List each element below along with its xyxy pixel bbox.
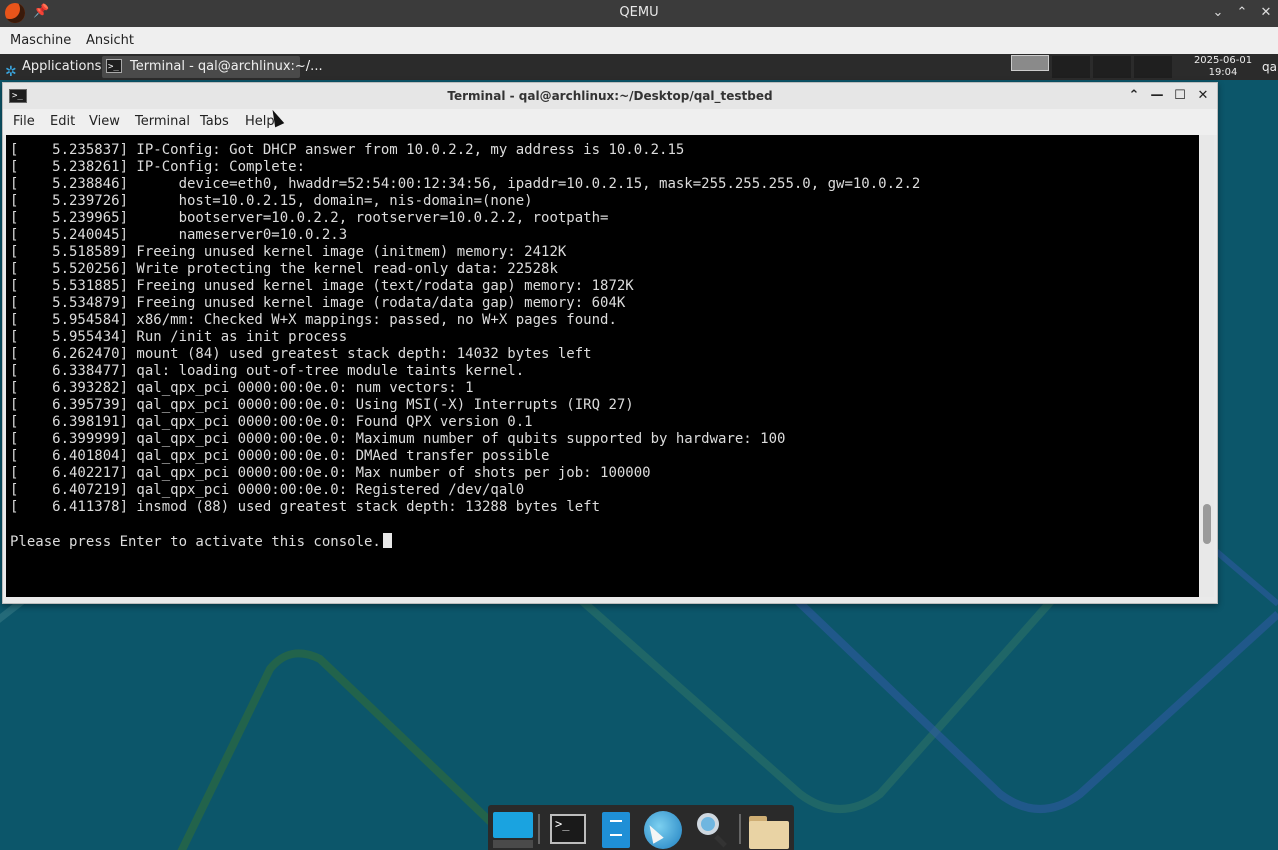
qemu-titlebar: 📌 QEMU ⌄ ⌃ ✕ — [0, 0, 1278, 27]
terminal-line-text: [ 5.518589] Freeing unused kernel image … — [10, 244, 567, 260]
menu-edit[interactable]: Edit — [50, 114, 75, 129]
terminal-line: [ 5.955434] Run /init as init process — [10, 329, 920, 346]
search-icon[interactable] — [692, 810, 732, 848]
terminal-line-text: Please press Enter to activate this cons… — [10, 534, 381, 550]
terminal-line: [ 6.262470] mount (84) used greatest sta… — [10, 346, 920, 363]
workspace-1[interactable] — [1011, 55, 1049, 71]
terminal-titlebar[interactable]: >_ Terminal - qal@archlinux:~/Desktop/qa… — [3, 83, 1217, 109]
workspace-4[interactable] — [1134, 56, 1172, 78]
terminal-line-text: [ 5.235837] IP-Config: Got DHCP answer f… — [10, 142, 685, 158]
terminal-line: [ 5.239965] bootserver=10.0.2.2, rootser… — [10, 210, 920, 227]
dock: >_ — [488, 805, 794, 850]
terminal-icon: >_ — [106, 59, 122, 73]
terminal-menubar: File Edit View Terminal Tabs Help — [3, 109, 1217, 135]
terminal-line: [ 6.407219] qal_qpx_pci 0000:00:0e.0: Re… — [10, 482, 920, 499]
dock-separator — [538, 814, 540, 844]
menu-ansicht[interactable]: Ansicht — [86, 33, 134, 48]
terminal-line: [ 6.402217] qal_qpx_pci 0000:00:0e.0: Ma… — [10, 465, 920, 482]
user-menu[interactable]: qa — [1262, 60, 1277, 74]
text-cursor — [382, 533, 392, 548]
terminal-line-text: [ 6.398191] qal_qpx_pci 0000:00:0e.0: Fo… — [10, 414, 533, 430]
scrollbar-thumb[interactable] — [1203, 504, 1211, 544]
terminal-line: [ 5.534879] Freeing unused kernel image … — [10, 295, 920, 312]
qemu-close-button[interactable]: ✕ — [1257, 4, 1275, 22]
xfce-logo-icon: ✲ — [5, 64, 17, 80]
menu-file[interactable]: File — [13, 114, 35, 129]
workspace-3[interactable] — [1093, 56, 1131, 78]
terminal-line: [ 5.239726] host=10.0.2.15, domain=, nis… — [10, 193, 920, 210]
terminal-line-text: [ 6.399999] qal_qpx_pci 0000:00:0e.0: Ma… — [10, 431, 786, 447]
terminal-line-text: [ 6.395739] qal_qpx_pci 0000:00:0e.0: Us… — [10, 397, 634, 413]
terminal-line: [ 5.531885] Freeing unused kernel image … — [10, 278, 920, 295]
dock-separator — [739, 814, 741, 844]
terminal-close-button[interactable]: ✕ — [1194, 87, 1212, 105]
terminal-line: [ 5.520256] Write protecting the kernel … — [10, 261, 920, 278]
terminal-line-text: [ 5.239726] host=10.0.2.15, domain=, nis… — [10, 193, 533, 209]
clock-date: 2025-06-01 — [1193, 55, 1253, 66]
terminal-line-text: [ 5.239965] bootserver=10.0.2.2, rootser… — [10, 210, 609, 226]
terminal-minimize-button[interactable]: — — [1148, 87, 1166, 105]
terminal-line-text: [ 6.338477] qal: loading out-of-tree mod… — [10, 363, 525, 379]
terminal-scrollbar[interactable] — [1200, 135, 1214, 597]
terminal-line-text: [ 6.393282] qal_qpx_pci 0000:00:0e.0: nu… — [10, 380, 474, 396]
menu-maschine[interactable]: Maschine — [10, 33, 71, 48]
terminal-line-text: [ 5.955434] Run /init as init process — [10, 329, 348, 345]
terminal-line-text: [ 5.240045] nameserver0=10.0.2.3 — [10, 227, 348, 243]
terminal-line: [ 6.411378] insmod (88) used greatest st… — [10, 499, 920, 516]
qemu-maximize-button[interactable]: ⌃ — [1233, 4, 1251, 22]
terminal-line-text: [ 6.401804] qal_qpx_pci 0000:00:0e.0: DM… — [10, 448, 550, 464]
top-panel: ✲ Applications >_ Terminal - qal@archlin… — [0, 54, 1278, 80]
terminal-line: [ 6.398191] qal_qpx_pci 0000:00:0e.0: Fo… — [10, 414, 920, 431]
qemu-window-title: QEMU — [619, 5, 659, 20]
terminal-maximize-button[interactable]: ☐ — [1171, 87, 1189, 105]
terminal-line: [ 5.240045] nameserver0=10.0.2.3 — [10, 227, 920, 244]
qemu-menubar: Maschine Ansicht — [0, 27, 1278, 55]
terminal-line: [ 5.238261] IP-Config: Complete: — [10, 159, 920, 176]
terminal-icon[interactable]: >_ — [548, 810, 588, 848]
menu-view[interactable]: View — [89, 114, 120, 129]
terminal-line-text: [ 6.411378] insmod (88) used greatest st… — [10, 499, 601, 515]
file-manager-icon[interactable] — [596, 810, 636, 848]
show-desktop-icon[interactable] — [492, 810, 533, 848]
terminal-line: [ 5.238846] device=eth0, hwaddr=52:54:00… — [10, 176, 920, 193]
terminal-line: Please press Enter to activate this cons… — [10, 533, 920, 550]
terminal-line: [ 6.395739] qal_qpx_pci 0000:00:0e.0: Us… — [10, 397, 920, 414]
menu-tabs[interactable]: Tabs — [200, 114, 229, 129]
terminal-line: [ 5.235837] IP-Config: Got DHCP answer f… — [10, 142, 920, 159]
terminal-line-text: [ 6.262470] mount (84) used greatest sta… — [10, 346, 592, 362]
terminal-line-text: [ 5.531885] Freeing unused kernel image … — [10, 278, 634, 294]
terminal-window-title: Terminal - qal@archlinux:~/Desktop/qal_t… — [447, 89, 773, 103]
taskbar-terminal-label: Terminal - qal@archlinux:~/... — [130, 59, 323, 74]
terminal-line-text: [ 5.534879] Freeing unused kernel image … — [10, 295, 626, 311]
qemu-minimize-button[interactable]: ⌄ — [1209, 4, 1227, 22]
terminal-line-text: [ 5.238261] IP-Config: Complete: — [10, 159, 306, 175]
terminal-output[interactable]: [ 5.235837] IP-Config: Got DHCP answer f… — [6, 135, 1199, 597]
terminal-window: >_ Terminal - qal@archlinux:~/Desktop/qa… — [2, 82, 1218, 604]
terminal-line: [ 6.399999] qal_qpx_pci 0000:00:0e.0: Ma… — [10, 431, 920, 448]
terminal-line: [ 6.338477] qal: loading out-of-tree mod… — [10, 363, 920, 380]
terminal-shade-button[interactable]: ⌃ — [1125, 87, 1143, 105]
terminal-line: [ 5.954584] x86/mm: Checked W+X mappings… — [10, 312, 920, 329]
terminal-line: [ 6.393282] qal_qpx_pci 0000:00:0e.0: nu… — [10, 380, 920, 397]
terminal-line-text: [ 5.520256] Write protecting the kernel … — [10, 261, 558, 277]
web-browser-icon[interactable] — [642, 810, 682, 849]
terminal-line: [ 6.401804] qal_qpx_pci 0000:00:0e.0: DM… — [10, 448, 920, 465]
clock-time: 19:04 — [1208, 67, 1238, 78]
menu-terminal[interactable]: Terminal — [135, 114, 190, 129]
terminal-line-text: [ 6.407219] qal_qpx_pci 0000:00:0e.0: Re… — [10, 482, 525, 498]
guest-desktop: ✲ Applications >_ Terminal - qal@archlin… — [0, 54, 1278, 850]
terminal-lines: [ 5.235837] IP-Config: Got DHCP answer f… — [10, 142, 920, 550]
terminal-line-text: [ 5.954584] x86/mm: Checked W+X mappings… — [10, 312, 617, 328]
panel-clock[interactable]: 2025-06-01 19:04 — [1188, 55, 1258, 79]
folder-icon[interactable] — [748, 810, 789, 849]
terminal-line-text: [ 5.238846] device=eth0, hwaddr=52:54:00… — [10, 176, 921, 192]
applications-menu-button[interactable]: ✲ Applications — [2, 55, 102, 80]
applications-label: Applications — [22, 59, 102, 74]
workspace-2[interactable] — [1052, 56, 1090, 78]
terminal-line: [ 5.518589] Freeing unused kernel image … — [10, 244, 920, 261]
taskbar-terminal-button[interactable]: >_ Terminal - qal@archlinux:~/... — [102, 56, 323, 78]
terminal-line-text: [ 6.402217] qal_qpx_pci 0000:00:0e.0: Ma… — [10, 465, 651, 481]
